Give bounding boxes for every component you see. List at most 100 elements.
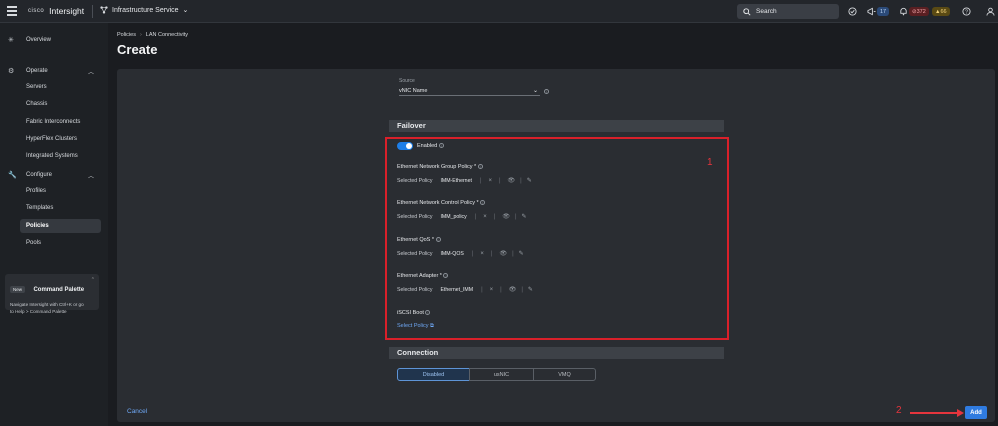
sidebar-item-label: Integrated Systems [26,153,78,159]
sidebar-group-configure[interactable]: 🔧 Configure ︿ [0,168,104,182]
clear-icon[interactable]: × [480,251,484,257]
critical-alarm-badge[interactable]: ⊘ 372 [909,7,929,16]
search-input[interactable]: Search [737,4,839,19]
divider: | [498,177,501,184]
source-select[interactable]: vNIC Name ⌄ [399,88,540,96]
policy-title: Ethernet Network Group Policy * i [397,164,483,170]
warning-alarm-badge[interactable]: ▲ 66 [932,7,950,16]
view-icon[interactable]: 👁 [508,177,516,184]
help-icon[interactable]: ? [960,5,972,17]
divider: | [500,286,502,293]
user-icon[interactable] [984,5,996,17]
edit-icon[interactable]: ✎ [522,213,527,220]
breadcrumb-policies[interactable]: Policies [117,32,136,38]
policy-title-text: Ethernet Adapter * [397,273,442,279]
sidebar-item-integrated-systems[interactable]: Integrated Systems [0,149,104,163]
select-policy-text: Select Policy [397,323,429,329]
divider: | [490,250,493,257]
command-palette-desc-line1: Navigate Intersight with Ctrl+K or go [10,302,84,307]
view-icon[interactable]: 👁 [499,250,507,257]
edit-icon[interactable]: ✎ [519,250,524,257]
source-label: Source [399,78,415,84]
sidebar-item-servers[interactable]: Servers [0,80,104,94]
info-icon[interactable]: i [477,164,483,169]
breadcrumb-lan-connectivity[interactable]: LAN Connectivity [146,32,188,38]
connection-option-vmq[interactable]: VMQ [533,368,596,381]
command-palette-desc-line2: to Help > Command Palette [10,309,67,314]
divider: | [493,213,496,220]
sidebar-item-fabric-interconnects[interactable]: Fabric Interconnects [0,115,104,129]
search-icon [743,7,751,16]
selected-policy-value: IMM_policy [440,213,467,220]
view-icon[interactable]: 👁 [509,286,517,293]
clear-icon[interactable]: × [483,214,487,220]
info-icon[interactable]: i [544,89,549,94]
sidebar-item-pools[interactable]: Pools [0,236,104,250]
announcement-count[interactable]: 17 [877,7,890,16]
sidebar-item-profiles[interactable]: Profiles [0,184,104,198]
selected-policy-value: IMM-QOS [440,250,464,257]
sidebar-item-chassis[interactable]: Chassis [0,97,104,111]
close-icon[interactable]: ⌃ [91,277,95,283]
header-divider [92,5,93,18]
selected-policy-label: Selected Policy [397,177,433,184]
menu-icon[interactable] [7,6,17,16]
connection-section-header: Connection [389,347,724,359]
divider: | [481,286,483,293]
info-icon[interactable]: i [425,310,431,315]
edit-icon[interactable]: ✎ [527,177,532,184]
connection-option-usnic[interactable]: usNIC [469,368,534,381]
edit-icon[interactable]: ✎ [528,286,533,293]
policy-title: Ethernet Adapter * i [397,273,449,279]
chevron-down-icon: ⌄ [182,7,189,14]
warning-count: 66 [940,8,947,15]
sidebar-item-label: Configure [26,172,53,178]
sidebar-item-policies[interactable]: Policies [20,219,101,233]
clear-icon[interactable]: × [490,287,494,293]
failover-enabled-toggle[interactable] [397,142,413,150]
bell-icon[interactable] [897,5,909,17]
view-icon[interactable]: 👁 [502,213,510,220]
cisco-logo: cisco [28,7,45,14]
page-title: Create [117,42,158,57]
sidebar-item-overview[interactable]: ✳ Overview [0,33,104,47]
policy-title: Ethernet QoS * i [397,237,441,243]
brand-name: Intersight [49,6,85,16]
divider: | [471,250,474,257]
sidebar-item-label: HyperFlex Clusters [26,136,78,142]
chevron-down-icon: ⌄ [532,88,538,94]
selected-policy-value: IMM-Ethernet [440,177,472,184]
info-icon[interactable]: i [443,273,449,278]
check-circle-icon[interactable] [846,5,858,17]
megaphone-icon[interactable] [865,5,877,17]
top-bar: cisco Intersight Infrastructure Service … [0,0,998,23]
operate-icon: ⚙ [8,68,15,75]
sidebar-item-templates[interactable]: Templates [0,201,104,215]
connection-option-disabled[interactable]: Disabled [397,368,470,381]
sidebar-item-label: Operate [26,68,48,74]
sidebar-item-label: Pools [26,240,42,246]
select-policy-link[interactable]: Select Policy ⧉ [397,323,434,330]
annotation-number-1: 1 [707,157,713,168]
info-icon[interactable]: i [435,237,441,242]
annotation-number-2: 2 [896,405,902,416]
sidebar-item-label: Chassis [26,101,48,107]
sidebar-item-label: Fabric Interconnects [26,119,81,125]
info-icon[interactable]: i [480,200,486,205]
policy-row: Selected Policy IMM-Ethernet | × | 👁 | ✎ [397,177,532,185]
sidebar-group-operate[interactable]: ⚙ Operate ︿ [0,64,104,78]
iscsi-title-text: iSCSI Boot [397,310,424,316]
command-palette-title: Command Palette [33,287,85,293]
policy-title-text: Ethernet QoS * [397,237,434,243]
divider: | [514,213,517,220]
cancel-button[interactable]: Cancel [127,408,147,415]
overview-icon: ✳ [8,37,14,44]
brand[interactable]: cisco Intersight [28,6,84,16]
enabled-text: Enabled [417,143,438,149]
add-button[interactable]: Add [965,406,987,419]
info-icon[interactable]: i [438,143,444,148]
sidebar-item-hyperflex-clusters[interactable]: HyperFlex Clusters [0,132,104,146]
service-icon [100,6,108,14]
clear-icon[interactable]: × [488,178,492,184]
service-selector[interactable]: Infrastructure Service ⌄ [100,6,188,14]
